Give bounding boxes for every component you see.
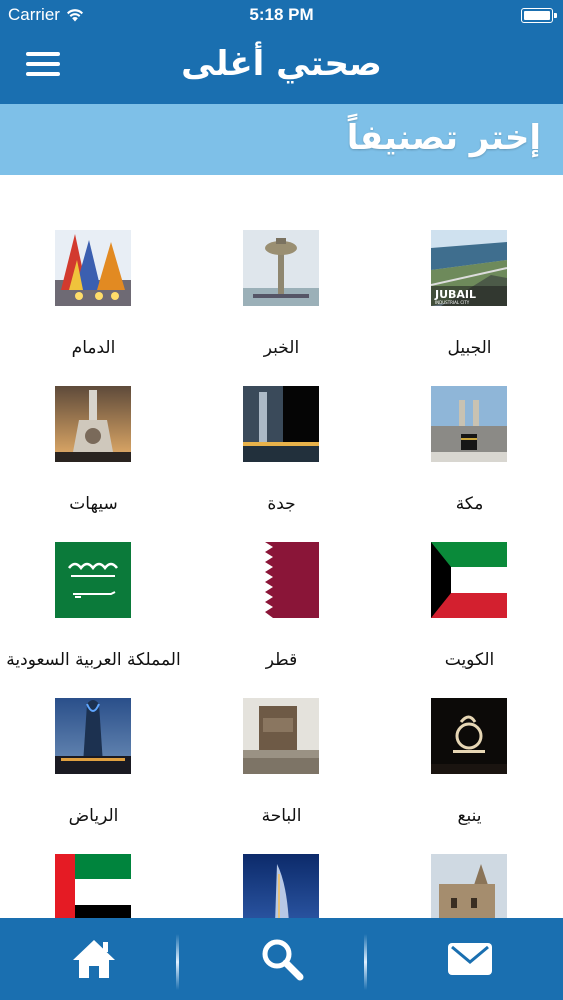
category-grid: JUBAIL INDUSTRIAL CITY الجبيل الخبر الدم… — [0, 175, 563, 918]
category-uae[interactable] — [0, 799, 187, 918]
home-icon — [72, 940, 115, 978]
khobar-water-tower-photo — [243, 230, 319, 306]
jeddah-fountain-photo — [243, 386, 319, 462]
mail-icon — [447, 943, 492, 975]
yanbu-night-photo — [431, 698, 507, 774]
al-baha-tower-photo — [243, 698, 319, 774]
category-qatar[interactable]: قطر — [188, 487, 375, 670]
category-mecca[interactable]: مكة — [376, 331, 563, 514]
category-jubail[interactable]: JUBAIL INDUSTRIAL CITY الجبيل — [376, 175, 563, 358]
tab-divider — [176, 934, 179, 990]
category-yanbu[interactable]: ينبع — [376, 643, 563, 826]
category-khobar[interactable]: الخبر — [188, 175, 375, 358]
tab-divider — [364, 934, 367, 990]
kuwait-flag — [431, 542, 507, 618]
jubail-photo: JUBAIL INDUSTRIAL CITY — [431, 230, 507, 306]
bottom-tab-bar — [0, 918, 563, 1000]
contact-tab[interactable] — [376, 918, 563, 1000]
category-saihat[interactable]: سيهات — [0, 331, 187, 514]
mud-houses-photo — [431, 854, 507, 918]
app-title: صحتي أغلى — [181, 44, 382, 84]
qatar-flag — [243, 542, 319, 618]
status-time: 5:18 PM — [249, 5, 314, 24]
search-tab[interactable] — [188, 918, 375, 1000]
category-prompt-bar: إختر تصنيفاً — [0, 104, 563, 175]
category-prompt: إختر تصنيفاً — [346, 118, 541, 158]
app-header: صحتي أغلى — [0, 30, 563, 104]
category-item[interactable] — [376, 799, 563, 918]
category-dammam[interactable]: الدمام — [0, 175, 187, 358]
category-al-baha[interactable]: الباحة — [188, 643, 375, 826]
category-kuwait[interactable]: الكويت — [376, 487, 563, 670]
svg-text:INDUSTRIAL CITY: INDUSTRIAL CITY — [435, 300, 470, 305]
uae-flag — [55, 854, 131, 918]
category-item[interactable] — [188, 799, 375, 918]
battery-icon — [521, 8, 557, 23]
saudi-arabia-flag — [55, 542, 131, 618]
mecca-kaaba-photo — [431, 386, 507, 462]
riyadh-kingdom-tower-photo — [55, 698, 131, 774]
category-riyadh[interactable]: الرياض — [0, 643, 187, 826]
dammam-sculpture-photo — [55, 230, 131, 306]
search-icon — [262, 939, 303, 981]
category-jeddah[interactable]: جدة — [188, 331, 375, 514]
home-tab[interactable] — [0, 918, 187, 1000]
burj-al-arab-photo — [243, 854, 319, 918]
status-bar: Carrier 5:18 PM — [0, 0, 563, 30]
saihat-monument-photo — [55, 386, 131, 462]
category-saudi-arabia[interactable]: المملكة العربية السعودية — [0, 487, 187, 670]
